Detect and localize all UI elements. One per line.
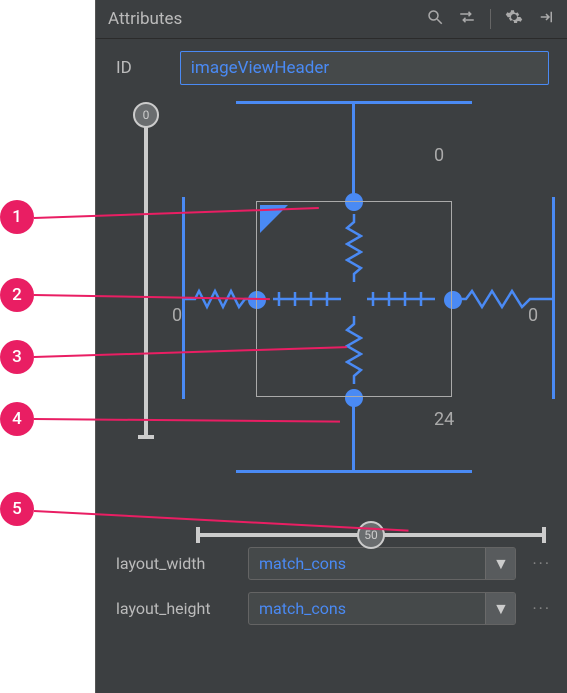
chevron-down-icon: ▼	[485, 593, 515, 624]
panel-title: Attributes	[108, 9, 182, 29]
layout-height-more-icon[interactable]: ···	[528, 599, 555, 618]
swap-icon[interactable]	[458, 8, 476, 30]
layout-width-label: layout_width	[116, 554, 236, 573]
search-icon[interactable]	[426, 8, 444, 30]
callout-3: 3	[0, 340, 34, 374]
layout-height-label: layout_height	[116, 599, 236, 618]
layout-width-row: layout_width match_cons ▼ ···	[96, 541, 567, 586]
collapse-icon[interactable]	[537, 8, 555, 30]
callout-1: 1	[0, 200, 34, 234]
layout-height-select[interactable]: match_cons ▼	[248, 592, 516, 625]
bottom-connection-line	[352, 397, 355, 471]
divider	[490, 9, 491, 29]
id-row: ID imageViewHeader	[96, 39, 567, 93]
horizontal-bias-slider[interactable]: 50	[196, 533, 546, 537]
margin-right-label[interactable]: 0	[528, 305, 538, 326]
constraint-widget: 0 50 0 24 0	[96, 101, 567, 541]
top-connection-line	[352, 101, 355, 201]
right-tick	[552, 292, 555, 305]
margin-top-label[interactable]: 0	[434, 145, 444, 166]
id-input[interactable]: imageViewHeader	[180, 51, 549, 85]
chevron-down-icon: ▼	[485, 548, 515, 579]
callout-4: 4	[0, 402, 34, 436]
vertical-bias-knob[interactable]: 0	[133, 102, 159, 128]
width-mode-left-icon[interactable]	[273, 290, 341, 308]
callout-2: 2	[0, 278, 34, 312]
gear-icon[interactable]	[505, 8, 523, 30]
bottom-tick	[347, 470, 360, 473]
layout-height-row: layout_height match_cons ▼ ···	[96, 586, 567, 631]
layout-width-more-icon[interactable]: ···	[528, 554, 555, 573]
height-mode-bottom-icon[interactable]	[345, 316, 363, 384]
margin-left-label[interactable]: 0	[172, 305, 182, 326]
width-mode-right-icon[interactable]	[367, 290, 435, 308]
vertical-bias-slider[interactable]: 0	[144, 113, 148, 439]
top-tick	[347, 101, 360, 104]
view-rect[interactable]	[256, 201, 452, 397]
horizontal-bias-knob[interactable]: 50	[357, 521, 385, 549]
layout-width-select[interactable]: match_cons ▼	[248, 547, 516, 580]
id-label: ID	[116, 58, 132, 78]
panel-header: Attributes	[96, 0, 567, 39]
callout-5: 5	[0, 492, 34, 526]
height-mode-top-icon[interactable]	[345, 214, 363, 282]
margin-bottom-label[interactable]: 24	[434, 409, 454, 430]
